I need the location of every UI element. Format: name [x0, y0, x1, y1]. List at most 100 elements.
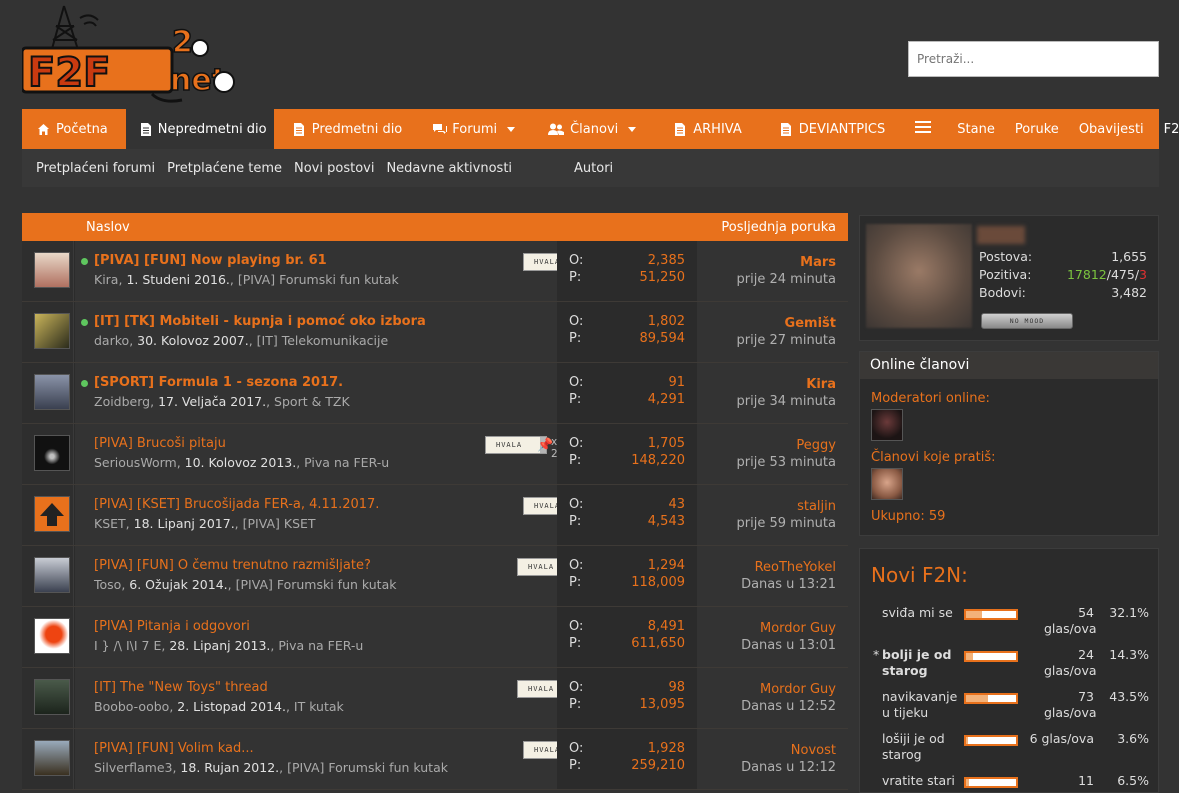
- last-post-time[interactable]: Danas u 12:12: [741, 760, 836, 775]
- moderator-avatar[interactable]: [871, 409, 903, 441]
- thread-row[interactable]: [PIVA] [FUN] Now playing br. 61 Kira, 1. …: [22, 241, 848, 302]
- thread-author[interactable]: Kira: [94, 272, 118, 287]
- menu-button[interactable]: [906, 109, 940, 149]
- thread-forum[interactable]: [PIVA] Forumski fun kutak: [238, 272, 399, 287]
- nav-f2bux[interactable]: F2bux: [1155, 109, 1179, 149]
- thread-forum[interactable]: Piva na FER-u: [278, 638, 363, 653]
- nav-stane[interactable]: Stane: [948, 109, 1004, 149]
- last-post-user[interactable]: Gemišt: [785, 316, 836, 331]
- last-post-user[interactable]: ReoTheYokel: [755, 560, 836, 575]
- thread-info-cell: [PIVA] Brucoši pitaju SeriousWorm, 10. Ko…: [75, 424, 564, 484]
- avatar[interactable]: [34, 496, 70, 532]
- nav-nepredmetni[interactable]: Nepredmetni dio: [125, 109, 274, 149]
- thread-title-link[interactable]: [PIVA] Brucoši pitaju: [94, 436, 226, 451]
- search-input[interactable]: [908, 41, 1159, 77]
- thread-title-link[interactable]: [PIVA] [FUN] Now playing br. 61: [94, 253, 327, 268]
- avatar[interactable]: [34, 252, 70, 288]
- thread-forum[interactable]: IT kutak: [294, 699, 344, 714]
- thread-author[interactable]: SeriousWorm: [94, 455, 177, 470]
- nav-forumi[interactable]: Forumi: [424, 109, 524, 149]
- postova-label: Postova:: [979, 249, 1033, 264]
- last-post-user[interactable]: Mordor Guy: [760, 682, 836, 697]
- thread-row[interactable]: [PIVA] [FUN] Volim kad... Silverflame3, 1…: [22, 729, 848, 790]
- poll-title[interactable]: Novi F2N:: [871, 563, 968, 587]
- thread-row[interactable]: [SPORT] Formula 1 - sezona 2017. Zoidberg…: [22, 363, 848, 424]
- last-post-user[interactable]: Kira: [806, 377, 836, 392]
- subnav-novi-postovi[interactable]: Novi postovi: [294, 161, 374, 176]
- last-post-user[interactable]: Novost: [791, 743, 836, 758]
- thread-forum[interactable]: [PIVA] Forumski fun kutak: [287, 760, 448, 775]
- thread-author[interactable]: Toso: [94, 577, 121, 592]
- avatar[interactable]: [34, 374, 70, 410]
- avatar[interactable]: [34, 618, 70, 654]
- nav-obavijesti[interactable]: Obavijesti: [1070, 109, 1153, 149]
- avatar[interactable]: [34, 313, 70, 349]
- thread-row[interactable]: [IT] [TK] Mobiteli - kupnja i pomoć oko …: [22, 302, 848, 363]
- thread-author[interactable]: Silverflame3: [94, 760, 172, 775]
- last-post-user[interactable]: Mars: [800, 255, 836, 270]
- nav-deviantpics[interactable]: DEVIANTPICS: [771, 109, 895, 149]
- thread-row[interactable]: [PIVA] Brucoši pitaju SeriousWorm, 10. Ko…: [22, 424, 848, 485]
- user-avatar[interactable]: [866, 224, 972, 328]
- last-post-user[interactable]: staljin: [797, 499, 836, 514]
- online-total[interactable]: Ukupno: 59: [871, 509, 945, 524]
- pozitiva-value: 17812/475/3: [1067, 267, 1147, 282]
- thread-author[interactable]: darko: [94, 333, 129, 348]
- subnav-pretplacene-teme[interactable]: Pretplaćene teme: [167, 161, 282, 176]
- thread-title-link[interactable]: [PIVA] [FUN] O čemu trenutno razmišljate…: [94, 558, 371, 573]
- poll-percent: 32.1%: [1109, 605, 1149, 620]
- thread-forum[interactable]: [IT] Telekomunikacije: [257, 333, 389, 348]
- thread-author[interactable]: Zoidberg: [94, 394, 150, 409]
- last-post-user[interactable]: Mordor Guy: [760, 621, 836, 636]
- thread-date: 30. Kolovoz 2007.: [137, 333, 249, 348]
- last-post-time[interactable]: Danas u 13:21: [741, 577, 836, 592]
- site-logo[interactable]: F2F 2 net: [22, 4, 242, 106]
- avatar[interactable]: [34, 557, 70, 593]
- column-title-header[interactable]: Naslov: [86, 220, 130, 235]
- thread-row[interactable]: [PIVA] [KSET] Brucošijada FER-a, 4.11.20…: [22, 485, 848, 546]
- thread-author[interactable]: KSET: [94, 516, 126, 531]
- nav-poruke[interactable]: Poruke: [1006, 109, 1068, 149]
- last-post-time[interactable]: prije 24 minuta: [737, 272, 836, 287]
- thread-title-link[interactable]: [IT] The "New Toys" thread: [94, 680, 268, 695]
- document-icon: [674, 122, 687, 136]
- last-post-time[interactable]: prije 59 minuta: [737, 516, 836, 531]
- thread-author[interactable]: I } /\ I\I 7 E: [94, 638, 161, 653]
- username-blurred[interactable]: [977, 226, 1025, 244]
- thread-forum[interactable]: Piva na FER-u: [304, 455, 389, 470]
- thread-author[interactable]: Boobo-oobo: [94, 699, 169, 714]
- thread-row[interactable]: [PIVA] Pitanja i odgovori I } /\ I\I 7 E,…: [22, 607, 848, 668]
- nav-clanovi[interactable]: Članovi: [539, 109, 645, 149]
- thread-title-link[interactable]: [PIVA] [FUN] Volim kad...: [94, 741, 254, 756]
- nav-home[interactable]: Početna: [22, 109, 117, 149]
- last-post-time[interactable]: prije 53 minuta: [737, 455, 836, 470]
- last-post-user[interactable]: Peggy: [796, 438, 836, 453]
- subnav-autori[interactable]: Autori: [574, 161, 613, 176]
- thread-title-link[interactable]: [PIVA] Pitanja i odgovori: [94, 619, 250, 634]
- thread-row[interactable]: [IT] The "New Toys" thread Boobo-oobo, 2.…: [22, 668, 848, 729]
- thread-forum[interactable]: [PIVA] Forumski fun kutak: [236, 577, 397, 592]
- thread-forum[interactable]: [PIVA] KSET: [243, 516, 316, 531]
- last-post-cell: Novost Danas u 12:12: [697, 729, 848, 789]
- thread-row[interactable]: [PIVA] [FUN] O čemu trenutno razmišljate…: [22, 546, 848, 607]
- last-post-time[interactable]: prije 34 minuta: [737, 394, 836, 409]
- last-post-time[interactable]: Danas u 12:52: [741, 699, 836, 714]
- nav-arhiva[interactable]: ARHIVA: [665, 109, 751, 149]
- last-post-time[interactable]: Danas u 13:01: [741, 638, 836, 653]
- thread-title-link[interactable]: [PIVA] [KSET] Brucošijada FER-a, 4.11.20…: [94, 497, 379, 512]
- thread-title-link[interactable]: [SPORT] Formula 1 - sezona 2017.: [94, 375, 343, 390]
- subnav-pretplaceni-forumi[interactable]: Pretplaćeni forumi: [36, 161, 155, 176]
- nav-predmetni[interactable]: Predmetni dio: [284, 109, 411, 149]
- last-post-time[interactable]: prije 27 minuta: [737, 333, 836, 348]
- avatar[interactable]: [34, 435, 70, 471]
- thread-forum[interactable]: Sport & TZK: [274, 394, 350, 409]
- column-last-post-header[interactable]: Posljednja poruka: [721, 220, 836, 235]
- mood-button[interactable]: NO MOOD: [981, 313, 1073, 329]
- followed-member-avatar[interactable]: [871, 468, 903, 500]
- avatar[interactable]: [34, 679, 70, 715]
- views-count: 4,543: [647, 514, 685, 529]
- thread-title-link[interactable]: [IT] [TK] Mobiteli - kupnja i pomoć oko …: [94, 314, 426, 329]
- subnav-nedavne-aktivnosti[interactable]: Nedavne aktivnosti: [386, 161, 512, 176]
- pozitiva-negative: 3: [1139, 267, 1147, 282]
- avatar[interactable]: [34, 740, 70, 776]
